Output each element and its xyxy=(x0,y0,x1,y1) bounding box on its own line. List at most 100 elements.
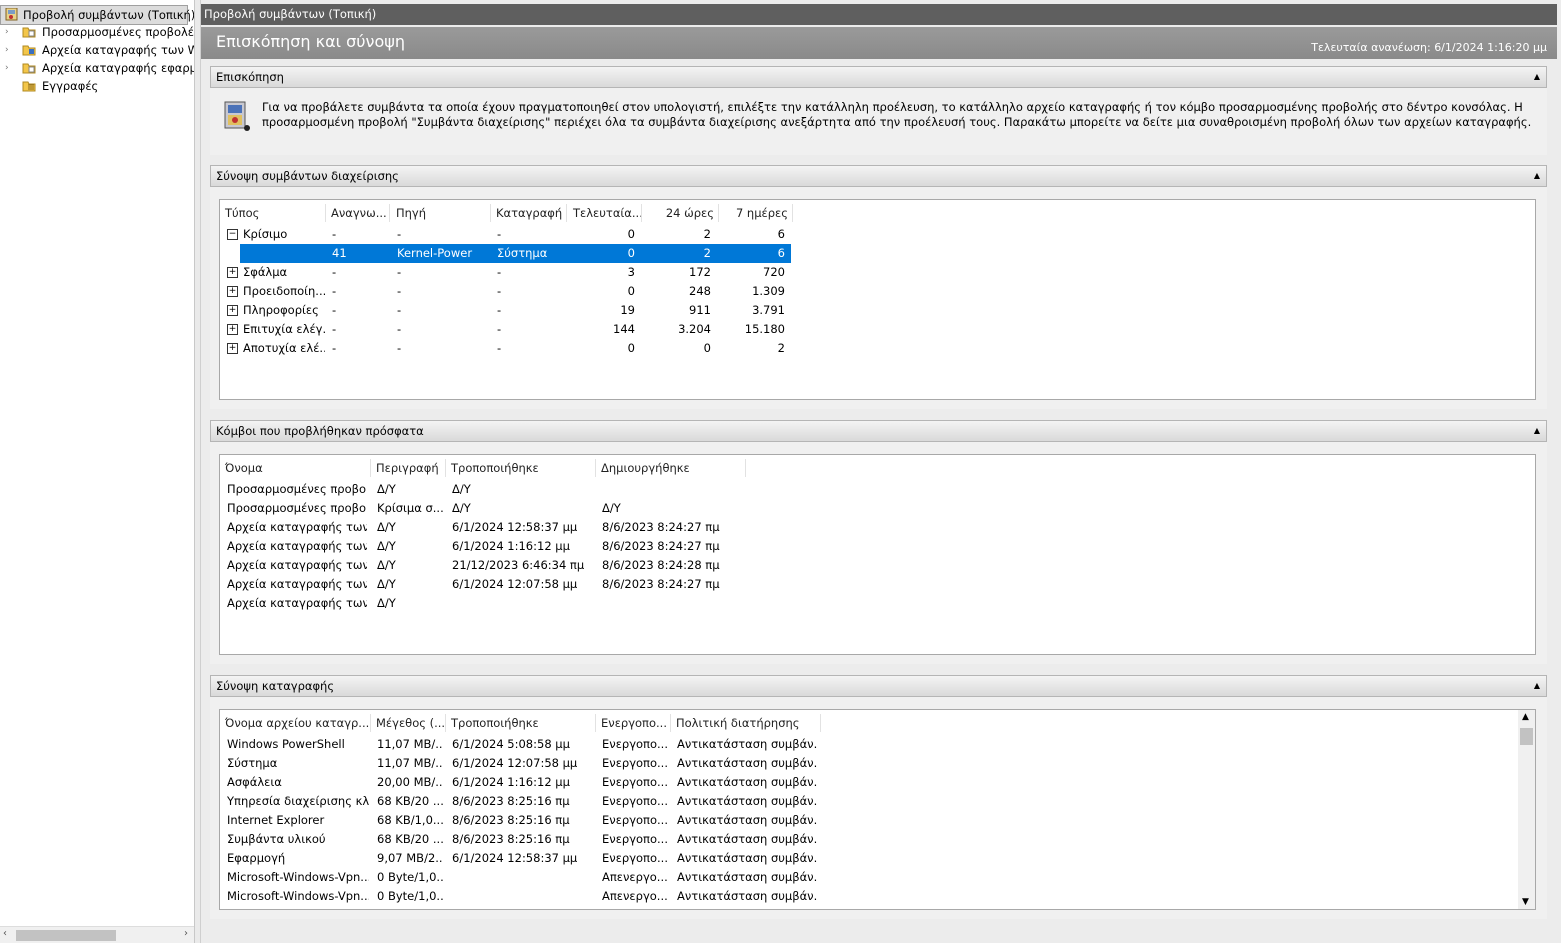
cell-created: 8/6/2023 8:24:27 πμ xyxy=(602,539,720,553)
column-header-created[interactable]: Δημιουργήθηκε xyxy=(596,459,746,477)
cell-log: - xyxy=(497,227,502,241)
chevron-right-icon[interactable]: › xyxy=(5,59,15,77)
horizontal-scrollbar[interactable]: ‹ › xyxy=(0,926,194,943)
tree-item-application-logs[interactable]: › Αρχεία καταγραφής εφαρμογών xyxy=(0,59,194,77)
cell-created: 8/6/2023 8:24:27 πμ xyxy=(602,577,720,591)
scrollbar-thumb[interactable] xyxy=(16,930,116,941)
expand-icon[interactable]: + xyxy=(227,324,238,335)
column-header-modified[interactable]: Τροποποιήθηκε xyxy=(446,459,596,477)
tree-item-event-viewer-local[interactable]: Προβολή συμβάντων (Τοπική) xyxy=(0,5,194,25)
cell-last-hour: 0 xyxy=(627,341,635,355)
cell-modified: 6/1/2024 1:16:12 μμ xyxy=(452,539,570,553)
cell-modified xyxy=(452,594,592,613)
expand-icon[interactable]: + xyxy=(227,267,238,278)
cell-type: Κρίσιμο xyxy=(243,227,288,241)
column-header-type[interactable]: Τύπος xyxy=(220,204,326,222)
cell-log-name: Υπηρεσία διαχείρισης κλ... xyxy=(227,794,369,808)
cell-id: - xyxy=(332,303,337,317)
cell-id: - xyxy=(332,341,337,355)
collapse-icon[interactable]: ▲ xyxy=(1534,166,1540,186)
cell-id: 41 xyxy=(332,246,347,260)
chevron-right-icon[interactable]: › xyxy=(5,23,15,41)
cell-enabled: Απενεργο... xyxy=(602,889,668,903)
cell-modified: 8/6/2023 8:25:16 πμ xyxy=(452,832,570,846)
column-header-id[interactable]: Αναγνω... xyxy=(326,204,390,222)
chevron-right-icon[interactable]: › xyxy=(5,41,15,59)
pane-title: Προβολή συμβάντων (Τοπική) xyxy=(204,7,377,21)
chevron-right-icon[interactable]: › xyxy=(184,928,188,939)
collapse-icon[interactable]: ▲ xyxy=(1534,421,1540,441)
collapse-icon[interactable]: − xyxy=(227,229,238,240)
vertical-scrollbar[interactable]: ▲ ▼ xyxy=(1518,710,1535,909)
cell-size: 9,07 MB/2... xyxy=(377,851,443,865)
column-header-name[interactable]: Όνομα xyxy=(220,459,371,477)
column-header-log[interactable]: Καταγραφή xyxy=(491,204,567,222)
cell-id: - xyxy=(332,227,337,241)
cell-name: Αρχεία καταγραφής των... xyxy=(227,577,367,591)
recent-nodes-table[interactable]: Όνομα Περιγραφή Τροποποιήθηκε Δημιουργήθ… xyxy=(219,454,1536,655)
cell-enabled: Ενεργοπο... xyxy=(602,851,668,865)
cell-24h: 172 xyxy=(689,265,711,279)
collapse-icon[interactable]: ▲ xyxy=(1534,676,1540,696)
column-header-source[interactable]: Πηγή xyxy=(391,204,491,222)
column-header-modified[interactable]: Τροποποιήθηκε xyxy=(446,714,596,732)
cell-size: 11,07 MB/... xyxy=(377,737,443,751)
cell-modified: 6/1/2024 1:16:12 μμ xyxy=(452,775,570,789)
chevron-up-icon[interactable]: ▲ xyxy=(1522,712,1529,722)
column-header-size[interactable]: Μέγεθος (... xyxy=(371,714,446,732)
overview-description: Για να προβάλετε συμβάντα τα οποία έχουν… xyxy=(262,100,1532,129)
column-header-log-name[interactable]: Όνομα αρχείου καταγρ... xyxy=(220,714,371,732)
log-summary-section-header[interactable]: Σύνοψη καταγραφής ▲ xyxy=(210,675,1547,697)
overview-section-header[interactable]: Επισκόπηση ▲ xyxy=(210,66,1547,88)
folder-icon xyxy=(22,25,36,38)
cell-7d: 15.180 xyxy=(744,322,785,336)
collapse-icon[interactable]: ▲ xyxy=(1534,67,1540,87)
cell-description: Δ/Υ xyxy=(377,558,396,572)
expand-icon[interactable]: + xyxy=(227,343,238,354)
console-tree[interactable]: Προβολή συμβάντων (Τοπική) › Προσαρμοσμέ… xyxy=(0,0,195,943)
column-header-enabled[interactable]: Ενεργοπο... xyxy=(596,714,671,732)
folder-icon xyxy=(22,61,36,74)
tree-item-custom-views[interactable]: › Προσαρμοσμένες προβολές xyxy=(0,23,194,41)
log-summary-table[interactable]: Όνομα αρχείου καταγρ... Μέγεθος (... Τρο… xyxy=(219,709,1536,910)
cell-24h: 2 xyxy=(703,246,711,260)
expand-icon[interactable]: + xyxy=(227,305,238,316)
cell-log-name: Microsoft-Windows-Vpn... xyxy=(227,889,369,903)
recent-nodes-section-header[interactable]: Κόμβοι που προβλήθηκαν πρόσφατα ▲ xyxy=(210,420,1547,442)
tree-item-windows-logs[interactable]: › Αρχεία καταγραφής των Windows xyxy=(0,41,194,59)
cell-24h: 911 xyxy=(689,303,711,317)
cell-last-hour: 0 xyxy=(627,246,635,260)
cell-retention-policy: Αντικατάσταση συμβάν... xyxy=(677,756,817,770)
column-header-retention-policy[interactable]: Πολιτική διατήρησης xyxy=(671,714,821,732)
cell-retention-policy: Αντικατάσταση συμβάν... xyxy=(677,889,817,903)
chevron-down-icon[interactable]: ▼ xyxy=(1522,897,1529,907)
cell-log-name: Ασφάλεια xyxy=(227,775,282,789)
chevron-left-icon[interactable]: ‹ xyxy=(3,928,7,939)
cell-last-hour: 3 xyxy=(627,265,635,279)
column-header-7d[interactable]: 7 ημέρες xyxy=(718,204,793,222)
cell-enabled: Ενεργοπο... xyxy=(602,794,668,808)
cell-source: - xyxy=(397,284,402,298)
column-header-description[interactable]: Περιγραφή xyxy=(371,459,446,477)
expand-icon[interactable]: + xyxy=(227,286,238,297)
column-header-24h[interactable]: 24 ώρες xyxy=(642,204,719,222)
scrollbar-thumb[interactable] xyxy=(1520,728,1533,745)
cell-log-name: Windows PowerShell xyxy=(227,737,345,751)
tree-item-subscriptions[interactable]: Εγγραφές xyxy=(0,77,194,95)
cell-retention-policy: Αντικατάσταση συμβάν... xyxy=(677,794,817,808)
column-header-last-hour[interactable]: Τελευταία... xyxy=(568,204,642,222)
cell-log: - xyxy=(497,341,502,355)
cell-name: Αρχεία καταγραφής των... xyxy=(227,558,367,572)
cell-type: Προειδοποίη... xyxy=(243,284,325,298)
cell-created: 8/6/2023 8:24:27 πμ xyxy=(602,520,720,534)
cell-log-name: Συμβάντα υλικού xyxy=(227,832,326,846)
cell-size: 68 KB/1,0... xyxy=(377,813,443,827)
cell-retention-policy: Αντικατάσταση συμβάν... xyxy=(677,775,817,789)
event-viewer-icon xyxy=(5,7,19,21)
admin-summary-section-header[interactable]: Σύνοψη συμβάντων διαχείρισης ▲ xyxy=(210,165,1547,187)
cell-size: 11,07 MB/... xyxy=(377,756,443,770)
tree-item-label: Αρχεία καταγραφής των Windows xyxy=(42,43,194,57)
admin-summary-table[interactable]: Τύπος Αναγνω... Πηγή Καταγραφή Τελευταία… xyxy=(219,199,1536,400)
cell-type xyxy=(243,244,325,263)
cell-size: 68 KB/20 ... xyxy=(377,832,443,846)
